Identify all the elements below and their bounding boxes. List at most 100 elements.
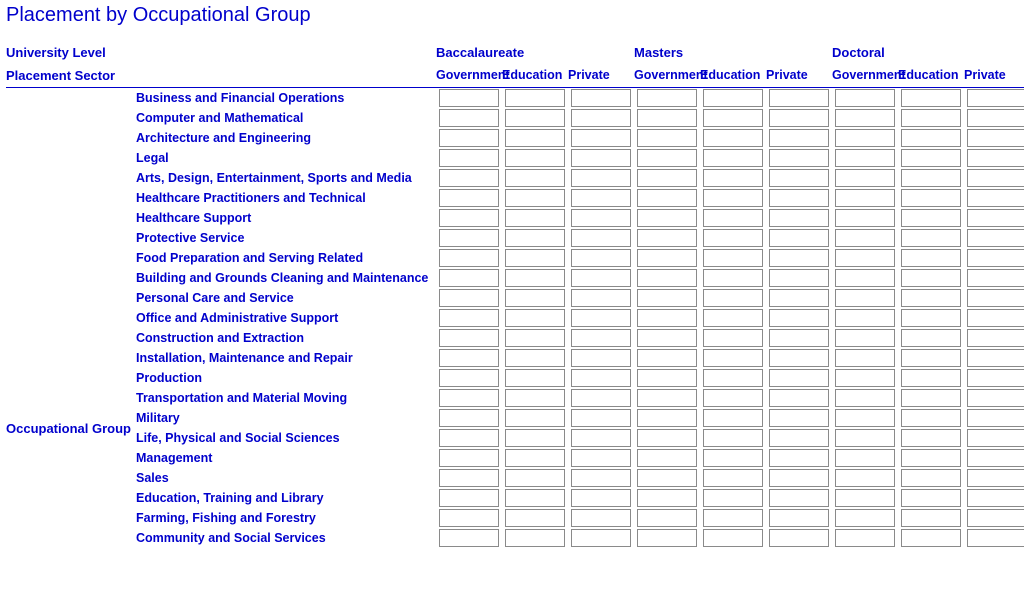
- placement-input[interactable]: [901, 329, 961, 347]
- placement-input[interactable]: [835, 229, 895, 247]
- placement-input[interactable]: [637, 429, 697, 447]
- placement-input[interactable]: [967, 189, 1024, 207]
- placement-input[interactable]: [703, 329, 763, 347]
- placement-input[interactable]: [505, 529, 565, 547]
- placement-input[interactable]: [901, 189, 961, 207]
- placement-input[interactable]: [505, 249, 565, 267]
- placement-input[interactable]: [703, 249, 763, 267]
- placement-input[interactable]: [703, 129, 763, 147]
- placement-input[interactable]: [835, 469, 895, 487]
- placement-input[interactable]: [571, 109, 631, 127]
- placement-input[interactable]: [835, 529, 895, 547]
- placement-input[interactable]: [439, 169, 499, 187]
- placement-input[interactable]: [571, 169, 631, 187]
- placement-input[interactable]: [637, 129, 697, 147]
- placement-input[interactable]: [769, 429, 829, 447]
- placement-input[interactable]: [439, 289, 499, 307]
- placement-input[interactable]: [571, 129, 631, 147]
- placement-input[interactable]: [769, 469, 829, 487]
- placement-input[interactable]: [571, 469, 631, 487]
- placement-input[interactable]: [703, 189, 763, 207]
- placement-input[interactable]: [967, 529, 1024, 547]
- placement-input[interactable]: [439, 129, 499, 147]
- placement-input[interactable]: [637, 409, 697, 427]
- placement-input[interactable]: [769, 209, 829, 227]
- placement-input[interactable]: [439, 189, 499, 207]
- placement-input[interactable]: [637, 149, 697, 167]
- placement-input[interactable]: [505, 449, 565, 467]
- placement-input[interactable]: [439, 429, 499, 447]
- placement-input[interactable]: [703, 509, 763, 527]
- placement-input[interactable]: [901, 109, 961, 127]
- placement-input[interactable]: [439, 349, 499, 367]
- placement-input[interactable]: [505, 169, 565, 187]
- placement-input[interactable]: [703, 289, 763, 307]
- placement-input[interactable]: [571, 409, 631, 427]
- placement-input[interactable]: [769, 89, 829, 107]
- placement-input[interactable]: [637, 169, 697, 187]
- placement-input[interactable]: [571, 309, 631, 327]
- placement-input[interactable]: [571, 349, 631, 367]
- placement-input[interactable]: [835, 309, 895, 327]
- placement-input[interactable]: [769, 409, 829, 427]
- placement-input[interactable]: [967, 309, 1024, 327]
- placement-input[interactable]: [571, 489, 631, 507]
- placement-input[interactable]: [571, 389, 631, 407]
- placement-input[interactable]: [439, 509, 499, 527]
- placement-input[interactable]: [967, 109, 1024, 127]
- placement-input[interactable]: [835, 369, 895, 387]
- placement-input[interactable]: [967, 509, 1024, 527]
- placement-input[interactable]: [835, 409, 895, 427]
- placement-input[interactable]: [769, 289, 829, 307]
- placement-input[interactable]: [835, 389, 895, 407]
- placement-input[interactable]: [703, 309, 763, 327]
- placement-input[interactable]: [505, 109, 565, 127]
- placement-input[interactable]: [505, 489, 565, 507]
- placement-input[interactable]: [967, 89, 1024, 107]
- placement-input[interactable]: [835, 109, 895, 127]
- placement-input[interactable]: [637, 449, 697, 467]
- placement-input[interactable]: [967, 389, 1024, 407]
- placement-input[interactable]: [703, 269, 763, 287]
- placement-input[interactable]: [439, 529, 499, 547]
- placement-input[interactable]: [637, 189, 697, 207]
- placement-input[interactable]: [769, 109, 829, 127]
- placement-input[interactable]: [901, 509, 961, 527]
- placement-input[interactable]: [769, 369, 829, 387]
- placement-input[interactable]: [901, 249, 961, 267]
- placement-input[interactable]: [703, 489, 763, 507]
- placement-input[interactable]: [439, 149, 499, 167]
- placement-input[interactable]: [835, 269, 895, 287]
- placement-input[interactable]: [901, 529, 961, 547]
- placement-input[interactable]: [439, 489, 499, 507]
- placement-input[interactable]: [505, 289, 565, 307]
- placement-input[interactable]: [505, 129, 565, 147]
- placement-input[interactable]: [571, 509, 631, 527]
- placement-input[interactable]: [769, 329, 829, 347]
- placement-input[interactable]: [769, 349, 829, 367]
- placement-input[interactable]: [571, 329, 631, 347]
- placement-input[interactable]: [703, 529, 763, 547]
- placement-input[interactable]: [637, 249, 697, 267]
- placement-input[interactable]: [901, 449, 961, 467]
- placement-input[interactable]: [571, 249, 631, 267]
- placement-input[interactable]: [637, 209, 697, 227]
- placement-input[interactable]: [967, 329, 1024, 347]
- placement-input[interactable]: [637, 469, 697, 487]
- placement-input[interactable]: [901, 369, 961, 387]
- placement-input[interactable]: [769, 269, 829, 287]
- placement-input[interactable]: [637, 309, 697, 327]
- placement-input[interactable]: [439, 449, 499, 467]
- placement-input[interactable]: [967, 429, 1024, 447]
- placement-input[interactable]: [703, 369, 763, 387]
- placement-input[interactable]: [439, 369, 499, 387]
- placement-input[interactable]: [835, 129, 895, 147]
- placement-input[interactable]: [637, 289, 697, 307]
- placement-input[interactable]: [703, 389, 763, 407]
- placement-input[interactable]: [703, 209, 763, 227]
- placement-input[interactable]: [901, 469, 961, 487]
- placement-input[interactable]: [769, 489, 829, 507]
- placement-input[interactable]: [703, 89, 763, 107]
- placement-input[interactable]: [967, 229, 1024, 247]
- placement-input[interactable]: [835, 189, 895, 207]
